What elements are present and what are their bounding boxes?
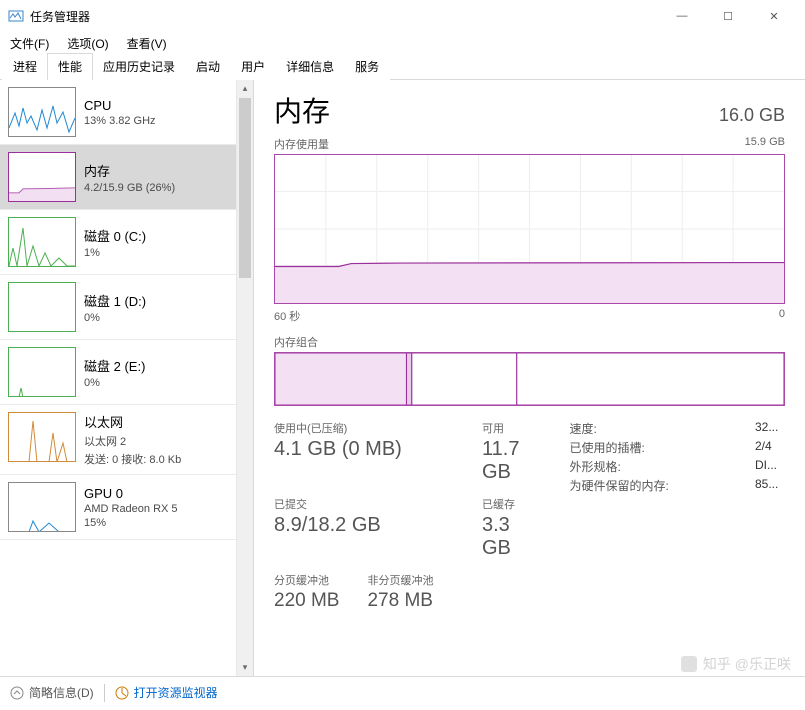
nonpaged-value: 278 MB — [367, 590, 433, 612]
inuse-value: 4.1 GB (0 MB) — [274, 438, 454, 461]
detail-pane: 内存 16.0 GB 内存使用量 15.9 GB 60 秒 0 内存组合 — [254, 80, 805, 676]
sidebar-item-disk0[interactable]: 磁盘 0 (C:) 1% — [0, 210, 236, 275]
paged-value: 220 MB — [274, 590, 339, 612]
chevron-up-icon — [10, 686, 24, 700]
sidebar-item-cpu[interactable]: CPU 13% 3.82 GHz — [0, 80, 236, 145]
memory-usage-graph — [274, 154, 785, 304]
sidebar-label: 磁盘 0 (C:) — [84, 226, 228, 245]
speed-val: 32... — [755, 420, 785, 437]
sidebar-sub2: 发送: 0 接收: 8.0 Kb — [84, 451, 228, 467]
sidebar-label: 以太网 — [84, 412, 228, 431]
axis-left: 60 秒 — [274, 308, 300, 324]
statusbar: 简略信息(D) 打开资源监视器 — [0, 676, 805, 708]
resource-monitor-link[interactable]: 打开资源监视器 — [115, 684, 218, 701]
sidebar-label: 磁盘 1 (D:) — [84, 291, 228, 310]
sidebar-item-disk2[interactable]: 磁盘 2 (E:) 0% — [0, 340, 236, 405]
thumb-disk2 — [8, 347, 76, 397]
tab-details[interactable]: 详细信息 — [275, 53, 345, 80]
maximize-button[interactable]: ☐ — [705, 0, 751, 32]
thumb-memory — [8, 152, 76, 202]
minimize-button[interactable]: — — [659, 0, 705, 32]
sidebar-label: 磁盘 2 (E:) — [84, 356, 228, 375]
app-icon — [8, 8, 24, 24]
sidebar-sub: 以太网 2 — [84, 433, 228, 449]
tab-processes[interactable]: 进程 — [2, 53, 48, 80]
memory-composition-graph — [274, 352, 785, 406]
scroll-thumb[interactable] — [239, 98, 251, 278]
window-title: 任务管理器 — [30, 8, 90, 25]
form-key: 外形规格: — [569, 458, 755, 475]
cached-value: 3.3 GB — [482, 514, 537, 560]
hwreserved-val: 85... — [755, 477, 785, 494]
sidebar-sub: AMD Radeon RX 5 — [84, 503, 228, 515]
detail-total: 16.0 GB — [719, 105, 785, 126]
sidebar-item-ethernet[interactable]: 以太网 以太网 2 发送: 0 接收: 8.0 Kb — [0, 405, 236, 475]
nonpaged-label: 非分页缓冲池 — [367, 572, 433, 588]
avail-value: 11.7 GB — [482, 438, 537, 484]
thumb-cpu — [8, 87, 76, 137]
committed-label: 已提交 — [274, 496, 454, 512]
inuse-label: 使用中(已压缩) — [274, 420, 454, 436]
sidebar-item-gpu[interactable]: GPU 0 AMD Radeon RX 5 15% — [0, 475, 236, 540]
avail-label: 可用 — [482, 420, 537, 436]
composition-label: 内存组合 — [274, 334, 318, 350]
scrollbar[interactable]: ▴ ▾ — [236, 80, 253, 676]
sidebar-sub2: 15% — [84, 517, 228, 529]
fewer-details-link[interactable]: 简略信息(D) — [10, 684, 94, 701]
hwreserved-key: 为硬件保留的内存: — [569, 477, 755, 494]
sidebar-sub: 4.2/15.9 GB (26%) — [84, 182, 228, 194]
cached-label: 已缓存 — [482, 496, 537, 512]
sidebar-sub: 1% — [84, 247, 228, 259]
sidebar-label: 内存 — [84, 161, 228, 180]
monitor-icon — [115, 686, 129, 700]
sidebar: CPU 13% 3.82 GHz 内存 4.2/15.9 GB (26%) — [0, 80, 254, 676]
sidebar-label: CPU — [84, 98, 228, 113]
menu-file[interactable]: 文件(F) — [6, 33, 53, 54]
detail-title: 内存 — [274, 90, 330, 130]
tabbar: 进程 性能 应用历史记录 启动 用户 详细信息 服务 — [0, 54, 805, 80]
sidebar-item-memory[interactable]: 内存 4.2/15.9 GB (26%) — [0, 145, 236, 210]
thumb-disk1 — [8, 282, 76, 332]
menu-view[interactable]: 查看(V) — [123, 33, 171, 54]
tab-users[interactable]: 用户 — [230, 53, 276, 80]
usage-label: 内存使用量 — [274, 136, 329, 152]
tab-app-history[interactable]: 应用历史记录 — [92, 53, 186, 80]
paged-label: 分页缓冲池 — [274, 572, 339, 588]
slots-key: 已使用的插槽: — [569, 439, 755, 456]
titlebar: 任务管理器 — ☐ ✕ — [0, 0, 805, 32]
sidebar-item-disk1[interactable]: 磁盘 1 (D:) 0% — [0, 275, 236, 340]
menu-options[interactable]: 选项(O) — [63, 33, 112, 54]
menubar: 文件(F) 选项(O) 查看(V) — [0, 32, 805, 54]
divider — [104, 684, 105, 702]
scroll-up-icon[interactable]: ▴ — [237, 80, 253, 97]
committed-value: 8.9/18.2 GB — [274, 514, 454, 537]
sidebar-sub: 0% — [84, 312, 228, 324]
form-val: DI... — [755, 458, 785, 475]
tab-performance[interactable]: 性能 — [47, 53, 93, 80]
sidebar-label: GPU 0 — [84, 486, 228, 501]
usage-max: 15.9 GB — [745, 136, 785, 152]
slots-val: 2/4 — [755, 439, 785, 456]
thumb-ethernet — [8, 412, 76, 462]
sidebar-sub: 13% 3.82 GHz — [84, 115, 228, 127]
axis-right: 0 — [779, 308, 785, 324]
close-button[interactable]: ✕ — [751, 0, 797, 32]
thumb-disk0 — [8, 217, 76, 267]
scroll-down-icon[interactable]: ▾ — [237, 659, 253, 676]
sidebar-sub: 0% — [84, 377, 228, 389]
thumb-gpu — [8, 482, 76, 532]
tab-startup[interactable]: 启动 — [185, 53, 231, 80]
tab-services[interactable]: 服务 — [344, 53, 390, 80]
speed-key: 速度: — [569, 420, 755, 437]
